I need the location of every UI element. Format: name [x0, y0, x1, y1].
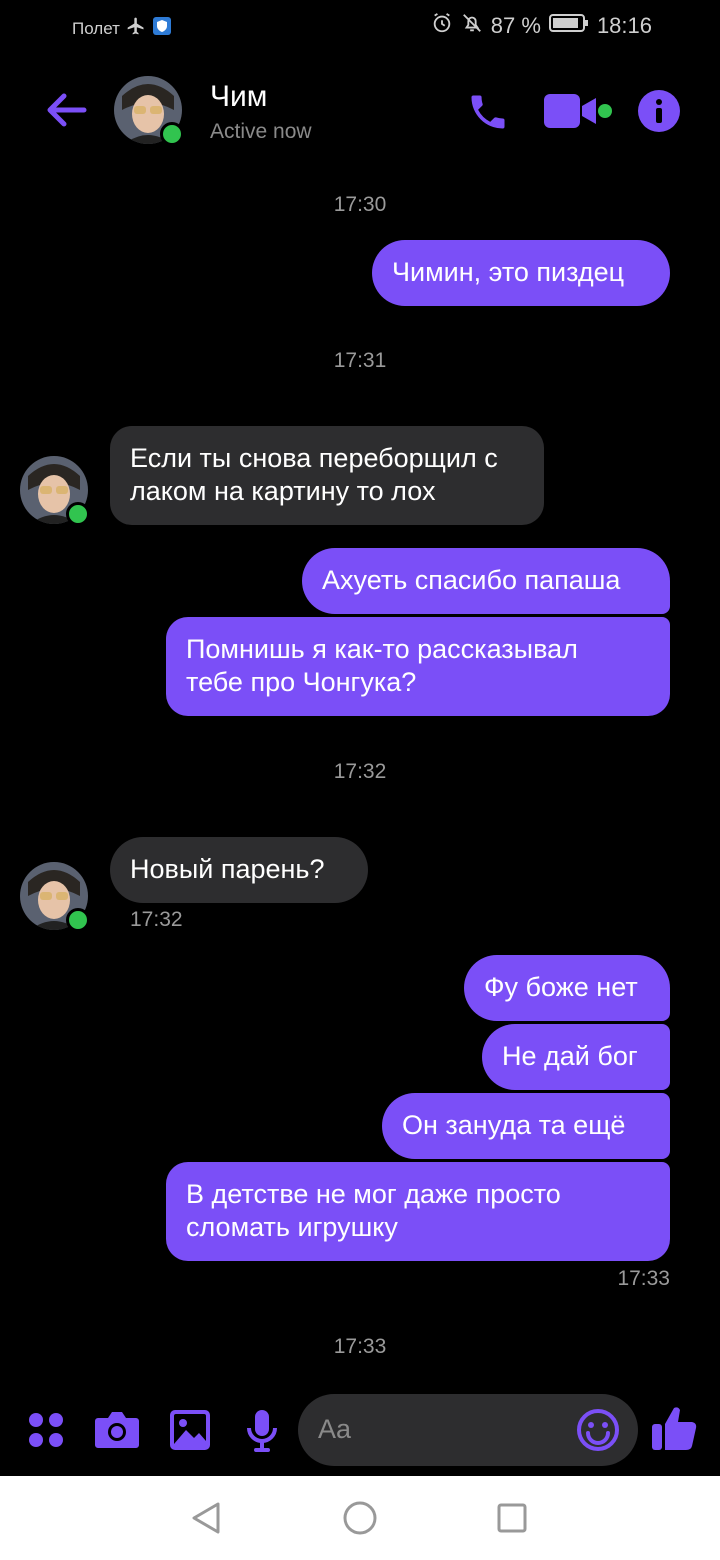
online-indicator	[66, 502, 90, 526]
online-indicator	[160, 122, 184, 146]
gallery-button[interactable]	[170, 1410, 210, 1455]
message-line: лаком на картину то лох	[130, 476, 436, 506]
status-bar-right: 87 % 18:16	[431, 12, 652, 40]
message-line: сломать игрушку	[186, 1212, 398, 1242]
nav-home-button[interactable]	[342, 1500, 378, 1541]
message-line: Помнишь я как-то рассказывал	[186, 634, 578, 664]
video-camera-icon	[544, 94, 612, 128]
circle-home-icon	[343, 1501, 377, 1535]
message-input-placeholder: Aa	[318, 1414, 352, 1444]
incoming-message[interactable]: Новый парень?	[110, 837, 368, 903]
status-bar-left: Полет	[72, 16, 172, 41]
battery-percent: 87 %	[490, 13, 541, 38]
emoji-smile-icon	[577, 1409, 619, 1451]
contact-name[interactable]: Чим	[210, 80, 267, 114]
timestamp-divider: 17:31	[333, 349, 387, 372]
nav-recents-button[interactable]	[496, 1502, 528, 1539]
alarm-icon	[431, 12, 453, 40]
four-dots-icon	[29, 1413, 63, 1447]
like-button[interactable]	[650, 1404, 698, 1457]
online-indicator	[66, 908, 90, 932]
message-input[interactable]: Aa	[298, 1394, 638, 1466]
square-recents-icon	[497, 1503, 527, 1533]
timestamp-divider: 17:32	[333, 760, 387, 783]
timestamp-divider: 17:30	[333, 193, 387, 216]
info-button[interactable]	[638, 90, 680, 137]
image-icon	[170, 1410, 210, 1450]
video-call-button[interactable]	[544, 92, 614, 137]
airplane-icon	[126, 16, 146, 41]
outgoing-message[interactable]: Фу боже нет	[464, 955, 670, 1021]
voice-message-button[interactable]	[246, 1408, 278, 1457]
outgoing-message[interactable]: Помнишь я как-то рассказывал тебе про Чо…	[166, 617, 670, 716]
outgoing-message[interactable]: Ахуеть спасибо папаша	[302, 548, 670, 614]
voice-call-button[interactable]	[466, 90, 510, 139]
clock-time: 18:16	[596, 13, 652, 38]
vpn-shield-icon	[152, 16, 172, 41]
contact-status: Active now	[210, 120, 312, 143]
outgoing-message[interactable]: Он зануда та ещё	[382, 1093, 670, 1159]
triangle-back-icon	[192, 1502, 220, 1534]
camera-button[interactable]	[94, 1408, 140, 1455]
incoming-message[interactable]: Если ты снова переборщил с лаком на карт…	[110, 426, 544, 525]
message-line: В детстве не мог даже просто	[186, 1179, 561, 1209]
battery-icon	[548, 13, 589, 39]
message-time: 17:33	[617, 1267, 670, 1290]
message-time: 17:32	[130, 908, 183, 931]
outgoing-message[interactable]: Не дай бог	[482, 1024, 670, 1090]
more-actions-button[interactable]	[28, 1412, 64, 1453]
system-navigation-bar	[0, 1476, 720, 1560]
timestamp-divider: 17:33	[333, 1335, 387, 1358]
outgoing-message[interactable]: В детстве не мог даже просто сломать игр…	[166, 1162, 670, 1261]
back-arrow-icon	[47, 93, 87, 127]
emoji-button[interactable]	[576, 1408, 620, 1457]
back-button[interactable]	[44, 88, 88, 137]
nav-back-button[interactable]	[188, 1500, 224, 1541]
phone-icon	[471, 95, 505, 129]
airplane-mode-label: Полет	[72, 18, 120, 38]
bell-muted-icon	[461, 12, 483, 40]
camera-icon	[95, 1412, 139, 1448]
microphone-icon	[247, 1410, 277, 1452]
outgoing-message[interactable]: Чимин, это пиздец	[372, 240, 670, 306]
message-line: тебе про Чонгука?	[186, 667, 417, 697]
message-line: Если ты снова переборщил с	[130, 443, 498, 473]
thumbs-up-icon	[652, 1407, 697, 1450]
info-icon	[638, 90, 680, 132]
